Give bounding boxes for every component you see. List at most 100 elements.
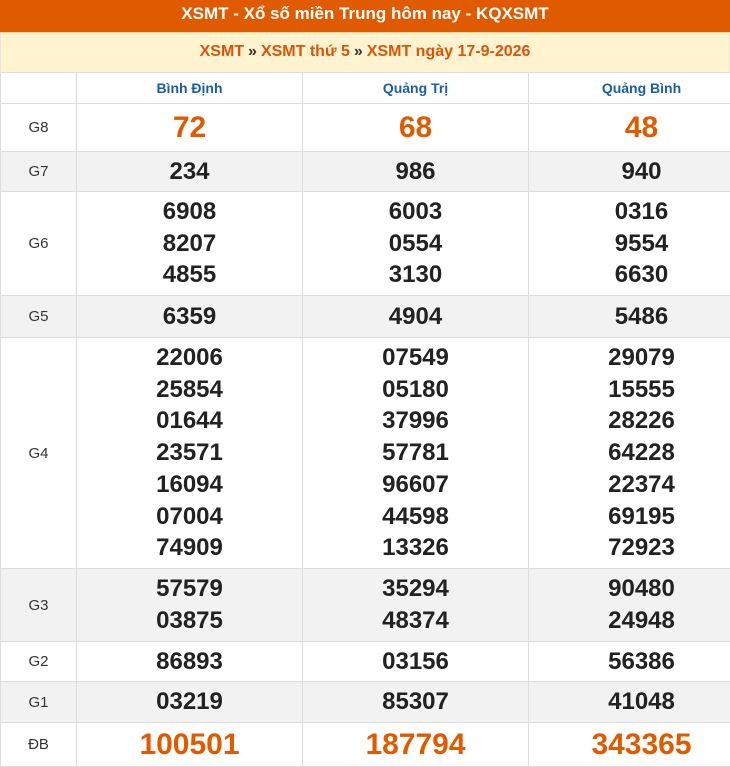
prize-cell: 56386: [529, 642, 730, 682]
prize-number: 86893: [77, 646, 302, 678]
prize-row: G3575790387535294483749048024948: [1, 569, 730, 642]
prize-cell: 4904: [303, 296, 529, 338]
prize-cell: 6359: [77, 296, 303, 338]
prize-cell: 86893: [77, 642, 303, 682]
prize-number: 57579: [77, 573, 302, 605]
breadcrumb-link-weekday[interactable]: XSMT thứ 5: [261, 43, 350, 60]
prize-cell: 986: [303, 152, 529, 192]
prize-number: 4855: [77, 259, 302, 291]
prize-cell: 48: [529, 104, 730, 152]
prize-number: 03156: [303, 646, 528, 678]
prize-cell: 940: [529, 152, 730, 192]
prize-number: 234: [77, 156, 302, 188]
prize-number: 72: [77, 112, 302, 144]
prize-label: G4: [1, 338, 77, 569]
prize-cell: 68: [303, 104, 529, 152]
prize-cell: 5757903875: [77, 569, 303, 642]
prize-number: 4904: [303, 301, 528, 333]
prize-cell: 9048024948: [529, 569, 730, 642]
prize-number: 986: [303, 156, 528, 188]
prize-number: 29079: [529, 342, 730, 374]
prize-cell: 234: [77, 152, 303, 192]
prize-cell: 41048: [529, 682, 730, 723]
prize-row: G5635949045486: [1, 296, 730, 338]
prize-number: 01644: [77, 405, 302, 437]
prize-label: G6: [1, 192, 77, 296]
prize-number: 90480: [529, 573, 730, 605]
breadcrumb-link-date[interactable]: XSMT ngày 17-9-2026: [367, 43, 531, 60]
prize-cell: 85307: [303, 682, 529, 723]
prize-number: 57781: [303, 437, 528, 469]
prize-cell: 690882074855: [77, 192, 303, 296]
prize-cell: 29079155552822664228223746919572923: [529, 338, 730, 569]
province-header[interactable]: Quảng Trị: [303, 73, 529, 104]
prize-number: 15555: [529, 374, 730, 406]
prize-label: G2: [1, 642, 77, 682]
prize-cell: 600305543130: [303, 192, 529, 296]
prize-number: 9554: [529, 228, 730, 260]
prize-number: 03219: [77, 686, 302, 718]
prize-number: 22006: [77, 342, 302, 374]
prize-cell: 22006258540164423571160940700474909: [77, 338, 303, 569]
prize-cell: 5486: [529, 296, 730, 338]
prize-number: 05180: [303, 374, 528, 406]
prize-cell: 03219: [77, 682, 303, 723]
prize-row: G422006258540164423571160940700474909075…: [1, 338, 730, 569]
province-header[interactable]: Bình Định: [77, 73, 303, 104]
prize-number: 25854: [77, 374, 302, 406]
prize-number: 72923: [529, 532, 730, 564]
prize-label: G1: [1, 682, 77, 723]
prize-label: ĐB: [1, 723, 77, 767]
prize-number: 56386: [529, 646, 730, 678]
prize-number: 35294: [303, 573, 528, 605]
prize-row: G8726848: [1, 104, 730, 152]
prize-number: 6630: [529, 259, 730, 291]
prize-number: 100501: [77, 729, 302, 761]
prize-label: G8: [1, 104, 77, 152]
prize-number: 37996: [303, 405, 528, 437]
breadcrumb-separator: »: [248, 43, 257, 60]
prize-row: G1032198530741048: [1, 682, 730, 723]
prize-row: G7234986940: [1, 152, 730, 192]
prize-number: 23571: [77, 437, 302, 469]
results-table: Bình Định Quảng Trị Quảng Bình G8726848G…: [0, 72, 730, 767]
prize-number: 13326: [303, 532, 528, 564]
prize-number: 940: [529, 156, 730, 188]
prize-label: G5: [1, 296, 77, 338]
prize-number: 41048: [529, 686, 730, 718]
prize-cell: 031695546630: [529, 192, 730, 296]
page-title: XSMT - Xổ số miền Trung hôm nay - KQXSMT: [181, 4, 548, 23]
prize-number: 24948: [529, 605, 730, 637]
prize-number: 07004: [77, 501, 302, 533]
prize-number: 0316: [529, 196, 730, 228]
prize-number: 44598: [303, 501, 528, 533]
prize-number: 28226: [529, 405, 730, 437]
prize-row: ĐB100501187794343365: [1, 723, 730, 767]
prize-number: 6908: [77, 196, 302, 228]
prize-label: G3: [1, 569, 77, 642]
prize-number: 22374: [529, 469, 730, 501]
prize-number: 5486: [529, 301, 730, 333]
prize-cell: 07549051803799657781966074459813326: [303, 338, 529, 569]
prize-column-header: [1, 73, 77, 104]
prize-row: G6690882074855600305543130031695546630: [1, 192, 730, 296]
prize-cell: 72: [77, 104, 303, 152]
prize-number: 0554: [303, 228, 528, 260]
page-header: XSMT - Xổ số miền Trung hôm nay - KQXSMT: [0, 0, 730, 33]
breadcrumb-link-xsmt[interactable]: XSMT: [200, 43, 244, 60]
prize-number: 96607: [303, 469, 528, 501]
prize-row: G2868930315656386: [1, 642, 730, 682]
breadcrumb: XSMT»XSMT thứ 5»XSMT ngày 17-9-2026: [0, 33, 730, 72]
prize-number: 16094: [77, 469, 302, 501]
province-header[interactable]: Quảng Bình: [529, 73, 730, 104]
prize-number: 3130: [303, 259, 528, 291]
breadcrumb-separator: »: [354, 43, 363, 60]
prize-number: 03875: [77, 605, 302, 637]
prize-number: 6359: [77, 301, 302, 333]
prize-number: 343365: [529, 729, 730, 761]
prize-number: 187794: [303, 729, 528, 761]
prize-number: 68: [303, 112, 528, 144]
prize-cell: 100501: [77, 723, 303, 767]
prize-number: 48: [529, 112, 730, 144]
prize-number: 85307: [303, 686, 528, 718]
